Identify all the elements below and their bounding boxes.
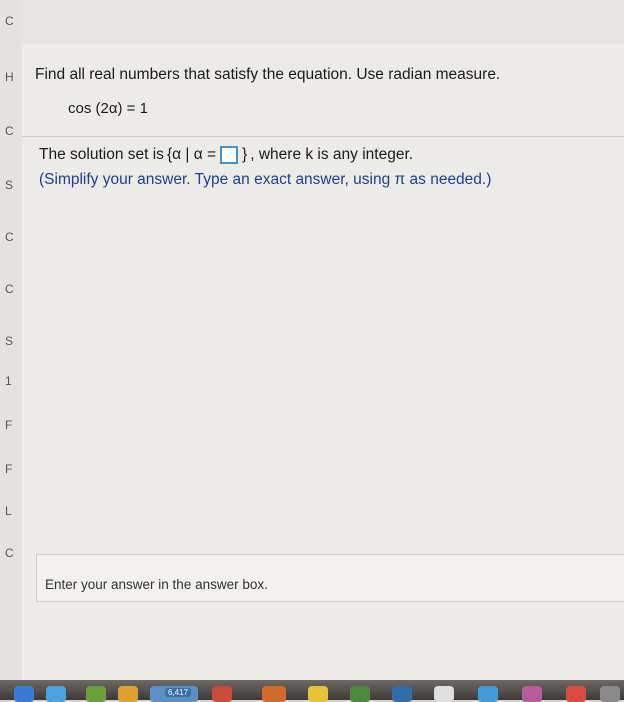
strip-fragment: S [5, 334, 14, 348]
strip-fragment: S [5, 178, 14, 192]
answer-instruction: (Simplify your answer. Type an exact ans… [39, 171, 492, 188]
strip-fragment: L [5, 504, 12, 518]
strip-fragment: C [5, 230, 14, 244]
strip-fragment: H [5, 70, 14, 84]
question-equation: cos (2α) = 1 [68, 100, 148, 117]
strip-fragment: F [5, 418, 13, 432]
solution-set-open: {α | α = [166, 146, 217, 163]
solution-line: The solution set is {α | α = } , where k… [39, 146, 413, 164]
top-band [22, 0, 624, 44]
answer-hint-box: Enter your answer in the answer box. [36, 554, 624, 602]
dock: 6,417 [0, 680, 624, 702]
side-panel-strip: C H C S C C S 1 F F L C [0, 0, 23, 690]
strip-fragment: 1 [5, 374, 12, 388]
answer-input-box[interactable] [220, 146, 239, 164]
answer-hint-text: Enter your answer in the answer box. [45, 577, 268, 592]
strip-fragment: C [5, 546, 14, 560]
solution-set-close: } [242, 146, 248, 163]
question-prompt: Find all real numbers that satisfy the e… [35, 66, 501, 83]
section-divider [22, 136, 624, 137]
mail-badge: 6,417 [165, 688, 192, 697]
strip-fragment: C [5, 124, 14, 138]
strip-fragment: C [5, 14, 14, 28]
strip-fragment: C [5, 282, 14, 296]
solution-prefix: The solution set is [39, 146, 164, 163]
solution-suffix: , where k is any integer. [250, 146, 414, 163]
strip-fragment: F [5, 462, 13, 476]
